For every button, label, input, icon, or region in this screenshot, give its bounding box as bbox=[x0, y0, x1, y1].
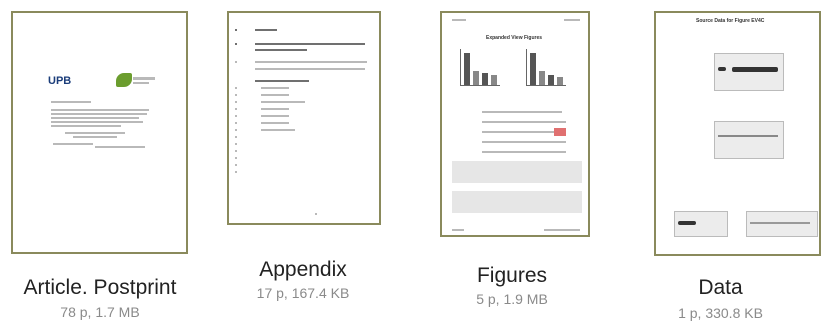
document-meta-figures: 5 p, 1.9 MB bbox=[476, 291, 548, 307]
document-thumbnail-appendix[interactable] bbox=[227, 11, 381, 225]
document-title-article[interactable]: Article. Postprint bbox=[0, 276, 200, 300]
document-title-appendix[interactable]: Appendix bbox=[200, 258, 406, 282]
document-thumbnail-figures[interactable]: Expanded View Figures bbox=[440, 11, 590, 237]
document-meta-data: 1 p, 330.8 KB bbox=[678, 305, 763, 321]
document-title-figures[interactable]: Figures bbox=[406, 264, 618, 288]
document-card-figures[interactable]: Expanded View Figures Figures 5 p, 1.9 M… bbox=[406, 0, 618, 326]
document-card-article[interactable]: UPB Article. Postprint 78 p, 1.7 MB bbox=[0, 0, 200, 326]
document-title-data[interactable]: Data bbox=[618, 276, 823, 300]
data-page-title: Source Data for Figure EV4C bbox=[696, 18, 765, 24]
document-meta-appendix: 17 p, 167.4 KB bbox=[256, 285, 350, 301]
document-thumbnail-data[interactable]: Source Data for Figure EV4C bbox=[654, 11, 821, 256]
figures-page-title: Expanded View Figures bbox=[486, 35, 543, 41]
document-thumbnail-article[interactable]: UPB bbox=[11, 11, 188, 254]
document-meta-article: 78 p, 1.7 MB bbox=[60, 304, 140, 320]
document-card-appendix[interactable]: Appendix 17 p, 167.4 KB bbox=[200, 0, 406, 326]
logo-emblem-icon bbox=[116, 73, 132, 87]
document-card-data[interactable]: Source Data for Figure EV4C Data 1 p, 33… bbox=[618, 0, 823, 326]
logo-upb: UPB bbox=[48, 75, 72, 87]
